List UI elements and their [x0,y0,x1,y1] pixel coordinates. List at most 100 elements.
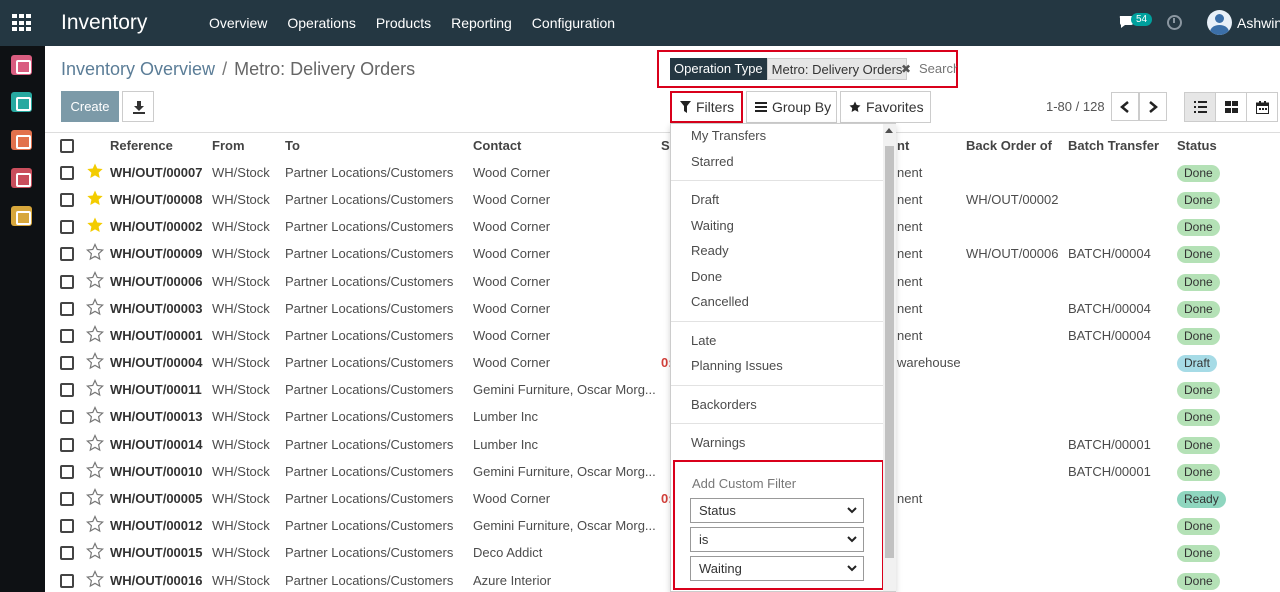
row-checkbox[interactable] [60,410,74,424]
app-title[interactable]: Inventory [61,11,147,35]
header-from[interactable]: From [212,138,245,153]
star-outline-icon[interactable] [86,243,104,261]
row-checkbox[interactable] [60,193,74,207]
select-all-checkbox[interactable] [60,139,74,153]
row-checkbox[interactable] [60,465,74,479]
calendar-icon [1256,101,1269,114]
status-badge: Done [1177,274,1220,291]
breadcrumb-separator: / [222,59,228,79]
filter-icon [680,101,691,113]
row-checkbox[interactable] [60,383,74,397]
create-button[interactable]: Create [61,91,119,122]
filter-backorders[interactable]: Backorders [691,397,757,412]
header-scheduled[interactable]: S [661,138,670,153]
header-contact[interactable]: Contact [473,138,521,153]
header-to[interactable]: To [285,138,300,153]
row-checkbox[interactable] [60,302,74,316]
inventory-app-icon[interactable] [11,168,32,188]
menu-products[interactable]: Products [376,15,431,31]
export-button[interactable] [122,91,154,122]
pager-next-button[interactable] [1139,92,1167,121]
contacts-app-icon[interactable] [11,92,32,112]
menu-reporting[interactable]: Reporting [451,15,512,31]
filters-button[interactable]: Filters [670,91,743,123]
header-status[interactable]: Status [1177,138,1217,153]
cell-source: nent [897,246,923,261]
star-outline-icon[interactable] [86,570,104,588]
star-outline-icon[interactable] [86,461,104,479]
filter-done[interactable]: Done [691,269,722,284]
search-input[interactable] [919,61,957,76]
custom-filter-value-select[interactable]: Waiting [690,556,864,581]
breadcrumb-parent[interactable]: Inventory Overview [61,59,215,80]
filter-my-transfers[interactable]: My Transfers [691,128,766,143]
pager-previous-button[interactable] [1111,92,1139,121]
row-checkbox[interactable] [60,574,74,588]
row-checkbox[interactable] [60,438,74,452]
filter-warnings[interactable]: Warnings [691,435,745,450]
row-checkbox[interactable] [60,492,74,506]
star-outline-icon[interactable] [86,515,104,533]
starred-icon[interactable] [86,162,104,180]
star-outline-icon[interactable] [86,352,104,370]
row-checkbox[interactable] [60,247,74,261]
header-reference[interactable]: Reference [110,138,173,153]
filter-cancelled[interactable]: Cancelled [691,294,749,309]
header-back-order[interactable]: Back Order of [966,138,1052,153]
star-outline-icon[interactable] [86,379,104,397]
row-checkbox[interactable] [60,329,74,343]
user-avatar[interactable] [1207,10,1232,35]
cell-reference: WH/OUT/00014 [110,437,203,452]
filter-draft[interactable]: Draft [691,192,719,207]
starred-icon[interactable] [86,216,104,234]
row-checkbox[interactable] [60,275,74,289]
pager-value[interactable]: 1-80 / 128 [1046,99,1105,114]
settings-app-icon[interactable] [11,206,32,226]
filter-ready[interactable]: Ready [691,243,729,258]
kanban-view-button[interactable] [1215,92,1247,122]
menu-overview[interactable]: Overview [209,15,267,31]
activity-clock-icon[interactable] [1167,15,1182,30]
row-checkbox[interactable] [60,356,74,370]
cell-from: WH/Stock [212,246,270,261]
star-outline-icon[interactable] [86,434,104,452]
row-checkbox[interactable] [60,166,74,180]
scroll-up-arrow-icon[interactable] [885,128,893,133]
group-by-button[interactable]: Group By [746,91,837,123]
cell-batch-transfer: BATCH/00004 [1068,246,1151,261]
user-name[interactable]: Ashwin [1237,15,1280,31]
scrollbar-thumb[interactable] [885,146,894,558]
favorites-button[interactable]: Favorites [840,91,931,123]
cell-back-order: WH/OUT/00002 [966,192,1059,207]
filter-late[interactable]: Late [691,333,716,348]
filter-waiting[interactable]: Waiting [691,218,734,233]
add-custom-filter-title[interactable]: Add Custom Filter [692,476,796,491]
apps-menu-icon[interactable] [12,14,32,32]
header-batch-transfer[interactable]: Batch Transfer [1068,138,1159,153]
star-outline-icon[interactable] [86,488,104,506]
star-outline-icon[interactable] [86,298,104,316]
row-checkbox[interactable] [60,220,74,234]
star-outline-icon[interactable] [86,271,104,289]
dropdown-divider [671,321,883,322]
row-checkbox[interactable] [60,519,74,533]
list-view-button[interactable] [1184,92,1216,122]
filter-planning-issues[interactable]: Planning Issues [691,358,783,373]
custom-filter-field-select[interactable]: Status [690,498,864,523]
discuss-app-icon[interactable] [11,55,32,75]
custom-filter-operator-select[interactable]: is [690,527,864,552]
chevron-down-icon [847,565,857,572]
reporting-app-icon[interactable] [11,130,32,150]
menu-operations[interactable]: Operations [287,15,355,31]
row-checkbox[interactable] [60,546,74,560]
menu-configuration[interactable]: Configuration [532,15,615,31]
calendar-view-button[interactable] [1246,92,1278,122]
starred-icon[interactable] [86,189,104,207]
dropdown-scrollbar[interactable] [883,124,896,591]
star-outline-icon[interactable] [86,406,104,424]
header-source[interactable]: nt [897,138,909,153]
star-outline-icon[interactable] [86,542,104,560]
facet-remove-icon[interactable]: ✖ [901,62,911,76]
filter-starred[interactable]: Starred [691,154,734,169]
star-outline-icon[interactable] [86,325,104,343]
